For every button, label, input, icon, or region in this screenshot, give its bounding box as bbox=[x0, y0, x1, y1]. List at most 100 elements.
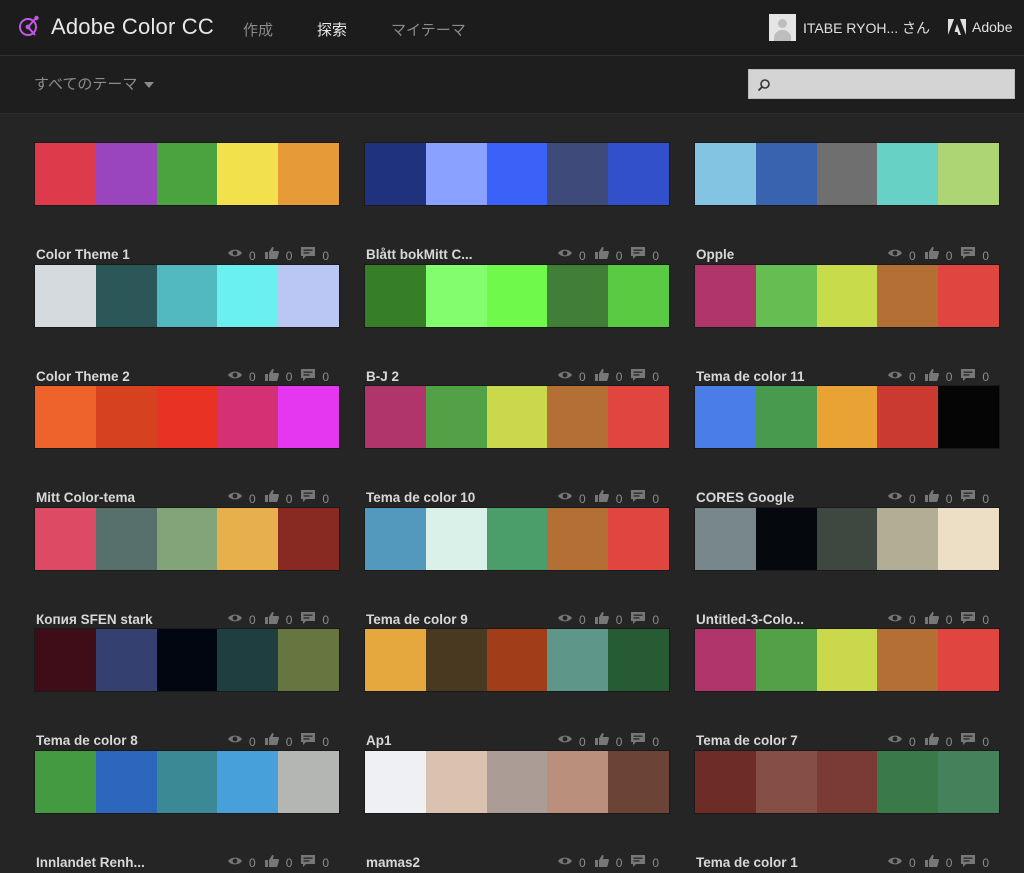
theme-swatches[interactable] bbox=[694, 263, 1000, 328]
thumbs-up-icon[interactable] bbox=[594, 611, 610, 630]
theme-name[interactable]: Tema de color 9 bbox=[366, 612, 468, 627]
theme-swatches[interactable] bbox=[34, 263, 340, 328]
comment-icon[interactable] bbox=[300, 368, 316, 387]
comment-stat[interactable]: 0 bbox=[630, 732, 659, 751]
theme-name[interactable]: Tema de color 8 bbox=[36, 733, 138, 748]
theme-card[interactable]: Ap1 0 0 0 bbox=[364, 628, 670, 749]
theme-card[interactable]: Blått bokMitt C... 0 0 0 bbox=[364, 142, 670, 263]
like-stat[interactable]: 0 bbox=[924, 246, 952, 265]
like-stat[interactable]: 0 bbox=[924, 732, 952, 751]
theme-swatches[interactable] bbox=[694, 385, 1000, 449]
theme-swatches[interactable] bbox=[34, 628, 340, 692]
theme-swatches[interactable] bbox=[364, 506, 670, 571]
comment-stat[interactable]: 0 bbox=[960, 611, 989, 630]
theme-name[interactable]: Blått bokMitt C... bbox=[366, 247, 473, 262]
theme-card[interactable]: Tema de color 1 0 0 0 bbox=[694, 749, 1000, 870]
comment-stat[interactable]: 0 bbox=[960, 489, 989, 508]
theme-name[interactable]: Tema de color 11 bbox=[696, 369, 805, 384]
comment-icon[interactable] bbox=[960, 489, 976, 508]
theme-name[interactable]: Opple bbox=[696, 247, 734, 262]
like-stat[interactable]: 0 bbox=[264, 489, 292, 508]
search-input[interactable] bbox=[775, 72, 1011, 98]
theme-card[interactable]: Color Theme 2 0 0 0 bbox=[34, 263, 340, 384]
comment-stat[interactable]: 0 bbox=[300, 489, 329, 508]
thumbs-up-icon[interactable] bbox=[264, 854, 280, 873]
comment-icon[interactable] bbox=[960, 611, 976, 630]
comment-stat[interactable]: 0 bbox=[300, 246, 329, 265]
thumbs-up-icon[interactable] bbox=[264, 489, 280, 508]
theme-name[interactable]: mamas2 bbox=[366, 855, 420, 870]
theme-card[interactable]: Tema de color 9 0 0 0 bbox=[364, 506, 670, 627]
comment-icon[interactable] bbox=[300, 611, 316, 630]
theme-swatches[interactable] bbox=[34, 506, 340, 571]
comment-icon[interactable] bbox=[960, 246, 976, 265]
theme-name[interactable]: Tema de color 1 bbox=[696, 855, 798, 870]
thumbs-up-icon[interactable] bbox=[924, 489, 940, 508]
theme-card[interactable]: Innlandet Renh... 0 0 0 bbox=[34, 749, 340, 870]
comment-stat[interactable]: 0 bbox=[960, 368, 989, 387]
comment-stat[interactable]: 0 bbox=[300, 368, 329, 387]
theme-swatches[interactable] bbox=[364, 628, 670, 692]
theme-swatches[interactable] bbox=[694, 142, 1000, 206]
comment-stat[interactable]: 0 bbox=[300, 732, 329, 751]
thumbs-up-icon[interactable] bbox=[594, 368, 610, 387]
theme-swatches[interactable] bbox=[364, 749, 670, 814]
theme-name[interactable]: Innlandet Renh... bbox=[36, 855, 145, 870]
theme-card[interactable]: Копия SFEN stark 0 0 0 bbox=[34, 506, 340, 627]
comment-stat[interactable]: 0 bbox=[960, 854, 989, 873]
comment-icon[interactable] bbox=[630, 368, 646, 387]
thumbs-up-icon[interactable] bbox=[264, 732, 280, 751]
thumbs-up-icon[interactable] bbox=[594, 246, 610, 265]
theme-name[interactable]: Color Theme 1 bbox=[36, 247, 130, 262]
theme-card[interactable]: Untitled-3-Colo... 0 0 0 bbox=[694, 506, 1000, 627]
thumbs-up-icon[interactable] bbox=[924, 611, 940, 630]
theme-card[interactable]: Mitt Color-tema 0 0 0 bbox=[34, 385, 340, 506]
theme-card[interactable]: Tema de color 8 0 0 0 bbox=[34, 628, 340, 749]
comment-stat[interactable]: 0 bbox=[300, 854, 329, 873]
theme-name[interactable]: B-J 2 bbox=[366, 369, 399, 384]
adobe-link[interactable]: Adobe bbox=[948, 19, 1012, 35]
theme-name[interactable]: Копия SFEN stark bbox=[36, 612, 153, 627]
comment-icon[interactable] bbox=[630, 246, 646, 265]
thumbs-up-icon[interactable] bbox=[594, 732, 610, 751]
nav-create[interactable]: 作成 bbox=[243, 19, 273, 40]
like-stat[interactable]: 0 bbox=[924, 854, 952, 873]
comment-icon[interactable] bbox=[630, 611, 646, 630]
comment-stat[interactable]: 0 bbox=[630, 246, 659, 265]
theme-card[interactable]: Tema de color 7 0 0 0 bbox=[694, 628, 1000, 749]
theme-swatches[interactable] bbox=[694, 628, 1000, 692]
like-stat[interactable]: 0 bbox=[264, 854, 292, 873]
comment-stat[interactable]: 0 bbox=[630, 368, 659, 387]
like-stat[interactable]: 0 bbox=[924, 489, 952, 508]
like-stat[interactable]: 0 bbox=[594, 732, 622, 751]
thumbs-up-icon[interactable] bbox=[594, 854, 610, 873]
theme-card[interactable]: B-J 2 0 0 0 bbox=[364, 263, 670, 384]
like-stat[interactable]: 0 bbox=[264, 368, 292, 387]
user-menu[interactable]: ITABE RYOH... さん bbox=[769, 14, 930, 41]
like-stat[interactable]: 0 bbox=[924, 368, 952, 387]
thumbs-up-icon[interactable] bbox=[264, 611, 280, 630]
theme-name[interactable]: Color Theme 2 bbox=[36, 369, 130, 384]
theme-card[interactable]: Tema de color 11 0 0 0 bbox=[694, 263, 1000, 384]
comment-icon[interactable] bbox=[960, 732, 976, 751]
theme-name[interactable]: Untitled-3-Colo... bbox=[696, 612, 804, 627]
comment-stat[interactable]: 0 bbox=[630, 611, 659, 630]
thumbs-up-icon[interactable] bbox=[594, 489, 610, 508]
comment-icon[interactable] bbox=[960, 368, 976, 387]
theme-swatches[interactable] bbox=[364, 142, 670, 206]
comment-stat[interactable]: 0 bbox=[300, 611, 329, 630]
theme-name[interactable]: Mitt Color-tema bbox=[36, 490, 135, 505]
comment-icon[interactable] bbox=[300, 246, 316, 265]
thumbs-up-icon[interactable] bbox=[264, 368, 280, 387]
nav-my-themes[interactable]: マイテーマ bbox=[391, 19, 466, 40]
comment-icon[interactable] bbox=[300, 854, 316, 873]
thumbs-up-icon[interactable] bbox=[924, 732, 940, 751]
like-stat[interactable]: 0 bbox=[264, 246, 292, 265]
theme-swatches[interactable] bbox=[694, 749, 1000, 814]
comment-stat[interactable]: 0 bbox=[630, 854, 659, 873]
like-stat[interactable]: 0 bbox=[594, 368, 622, 387]
theme-swatches[interactable] bbox=[34, 749, 340, 814]
theme-swatches[interactable] bbox=[364, 263, 670, 328]
theme-swatches[interactable] bbox=[694, 506, 1000, 571]
comment-stat[interactable]: 0 bbox=[630, 489, 659, 508]
